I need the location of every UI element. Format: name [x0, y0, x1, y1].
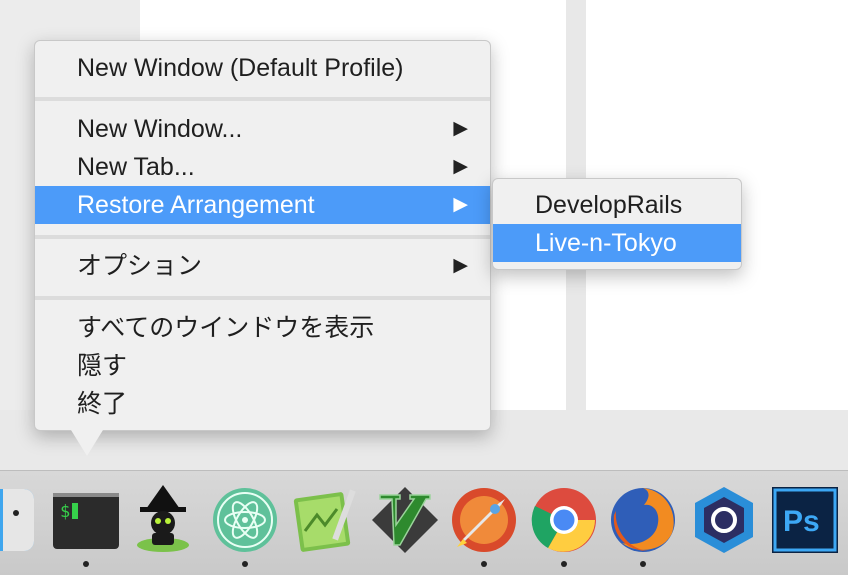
rocket-icon[interactable]	[449, 485, 519, 555]
menu-item-label: New Tab...	[77, 153, 195, 181]
submenu-item-label: Live-n-Tokyo	[535, 229, 677, 257]
menu-item-label: オプション	[77, 252, 203, 280]
menu-item-new-window-default-profile[interactable]: New Window (Default Profile)	[35, 49, 490, 87]
menu-item-options[interactable]: オプション ▶	[35, 247, 490, 285]
submenu-item-developrails[interactable]: DevelopRails	[493, 186, 741, 224]
menu-item-show-all-windows[interactable]: すべてのウインドウを表示	[35, 309, 490, 347]
restore-arrangement-submenu: DevelopRails Live-n-Tokyo	[492, 178, 742, 270]
menu-item-quit[interactable]: 終了	[35, 385, 490, 423]
menu-item-restore-arrangement[interactable]: Restore Arrangement ▶	[35, 186, 490, 224]
vim-icon[interactable]	[370, 485, 440, 555]
menu-pointer-tail	[71, 430, 103, 456]
terminal-icon[interactable]: $	[51, 485, 121, 555]
submenu-arrow-icon: ▶	[453, 255, 468, 276]
menu-separator	[35, 97, 490, 101]
chrome-running-indicator	[561, 561, 567, 567]
menu-item-label: すべてのウインドウを表示	[77, 314, 375, 342]
menu-item-label: New Window (Default Profile)	[77, 54, 404, 82]
terminal-running-indicator	[83, 561, 89, 567]
firefox-running-indicator	[640, 561, 646, 567]
witch-icon[interactable]	[128, 485, 198, 555]
menu-separator	[35, 296, 490, 300]
atom-running-indicator	[242, 561, 248, 567]
menu-separator	[35, 235, 490, 239]
svg-text:Ps: Ps	[783, 505, 820, 538]
submenu-arrow-icon: ▶	[453, 118, 468, 139]
rocket-running-indicator	[481, 561, 487, 567]
atom-icon[interactable]	[210, 485, 280, 555]
dock-context-menu: New Window (Default Profile) New Window.…	[34, 40, 491, 431]
submenu-item-live-n-tokyo[interactable]: Live-n-Tokyo	[493, 224, 741, 262]
chrome-icon[interactable]	[529, 485, 599, 555]
menu-item-hide[interactable]: 隠す	[35, 347, 490, 385]
finder-icon[interactable]	[0, 485, 38, 555]
menu-item-label: Restore Arrangement	[77, 191, 315, 219]
coda-icon[interactable]	[291, 485, 361, 555]
submenu-arrow-icon: ▶	[453, 194, 468, 215]
submenu-arrow-icon: ▶	[453, 156, 468, 177]
menu-item-label: 隠す	[77, 352, 128, 380]
menu-item-label: New Window...	[77, 115, 243, 143]
hexagon-app-icon[interactable]	[689, 485, 759, 555]
firefox-icon[interactable]	[608, 485, 678, 555]
svg-text:$: $	[60, 502, 70, 522]
photoshop-icon[interactable]: Ps	[770, 485, 840, 555]
menu-item-new-window[interactable]: New Window... ▶	[35, 110, 490, 148]
menu-item-new-tab[interactable]: New Tab... ▶	[35, 148, 490, 186]
menu-item-label: 終了	[77, 390, 128, 418]
submenu-item-label: DevelopRails	[535, 191, 683, 219]
